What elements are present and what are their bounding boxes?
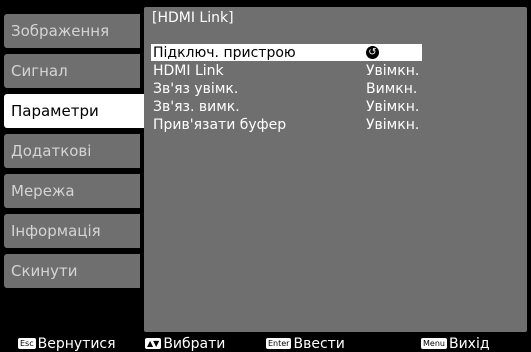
menu-key-icon: Menu (421, 338, 447, 349)
menu-row-buffer-link[interactable]: Прив'язати буфер Увімкн. (151, 116, 422, 133)
menu-row-value: Вимкн. (366, 80, 418, 97)
menu-row-label: Зв'яз увімк. (153, 80, 239, 97)
select-hint: ▲▼ Вибрати (145, 335, 225, 352)
sidebar-item-label: Зображення (11, 22, 110, 40)
menu-row-value: Увімкн. (366, 98, 420, 115)
enter-label: Ввести (293, 335, 345, 352)
menu-label: Вихід (448, 335, 490, 352)
menu-row-label: HDMI Link (153, 62, 224, 79)
sidebar-item-label: Скинути (11, 262, 78, 280)
sidebar-item-reset[interactable]: Скинути (4, 254, 140, 288)
sidebar-item-label: Параметри (11, 102, 99, 120)
sidebar-item-extended[interactable]: Додаткові (4, 134, 140, 168)
select-label: Вибрати (163, 335, 226, 352)
sidebar-item-label: Додаткові (11, 142, 92, 160)
menu-row-power-off-link[interactable]: Зв'яз. вимк. Увімкн. (151, 98, 422, 115)
back-hint: Esc Вернутися (18, 335, 116, 352)
menu-hint: Menu Вихід (421, 335, 490, 352)
sidebar-item-signal[interactable]: Сигнал (4, 54, 140, 88)
footer-hints: Esc Вернутися ▲▼ Вибрати Enter Ввести Me… (0, 335, 531, 352)
menu-row-label: Зв'яз. вимк. (153, 98, 240, 115)
sidebar-item-network[interactable]: Мережа (4, 174, 140, 208)
menu-row-hdmi-link[interactable]: HDMI Link Увімкн. (151, 62, 422, 79)
menu-row-value: Увімкн. (366, 62, 420, 79)
menu-row-device-connections[interactable]: Підключ. пристрою ↺ (151, 44, 422, 61)
arrow-keys-icon: ▲▼ (145, 338, 162, 349)
menu-row-label: Підключ. пристрою (153, 44, 296, 61)
sidebar-item-image[interactable]: Зображення (4, 14, 140, 48)
menu-row-label: Прив'язати буфер (153, 116, 287, 133)
menu-row-power-on-link[interactable]: Зв'яз увімк. Вимкн. (151, 80, 422, 97)
esc-key-icon: Esc (18, 338, 36, 349)
sidebar-item-label: Інформація (11, 222, 101, 240)
panel-title: [HDMI Link] (152, 10, 234, 26)
sidebar-item-settings[interactable]: Параметри (4, 94, 154, 128)
sidebar-item-label: Мережа (11, 182, 75, 200)
enter-hint: Enter Ввести (266, 335, 345, 352)
sidebar-item-info[interactable]: Інформація (4, 214, 140, 248)
back-label: Вернутися (37, 335, 116, 352)
settings-panel: [HDMI Link] Підключ. пристрою ↺ HDMI Lin… (144, 7, 527, 332)
sidebar-item-label: Сигнал (11, 62, 68, 80)
menu-row-value: Увімкн. (366, 116, 420, 133)
enter-key-icon: Enter (266, 338, 292, 349)
enter-icon: ↺ (366, 46, 379, 59)
